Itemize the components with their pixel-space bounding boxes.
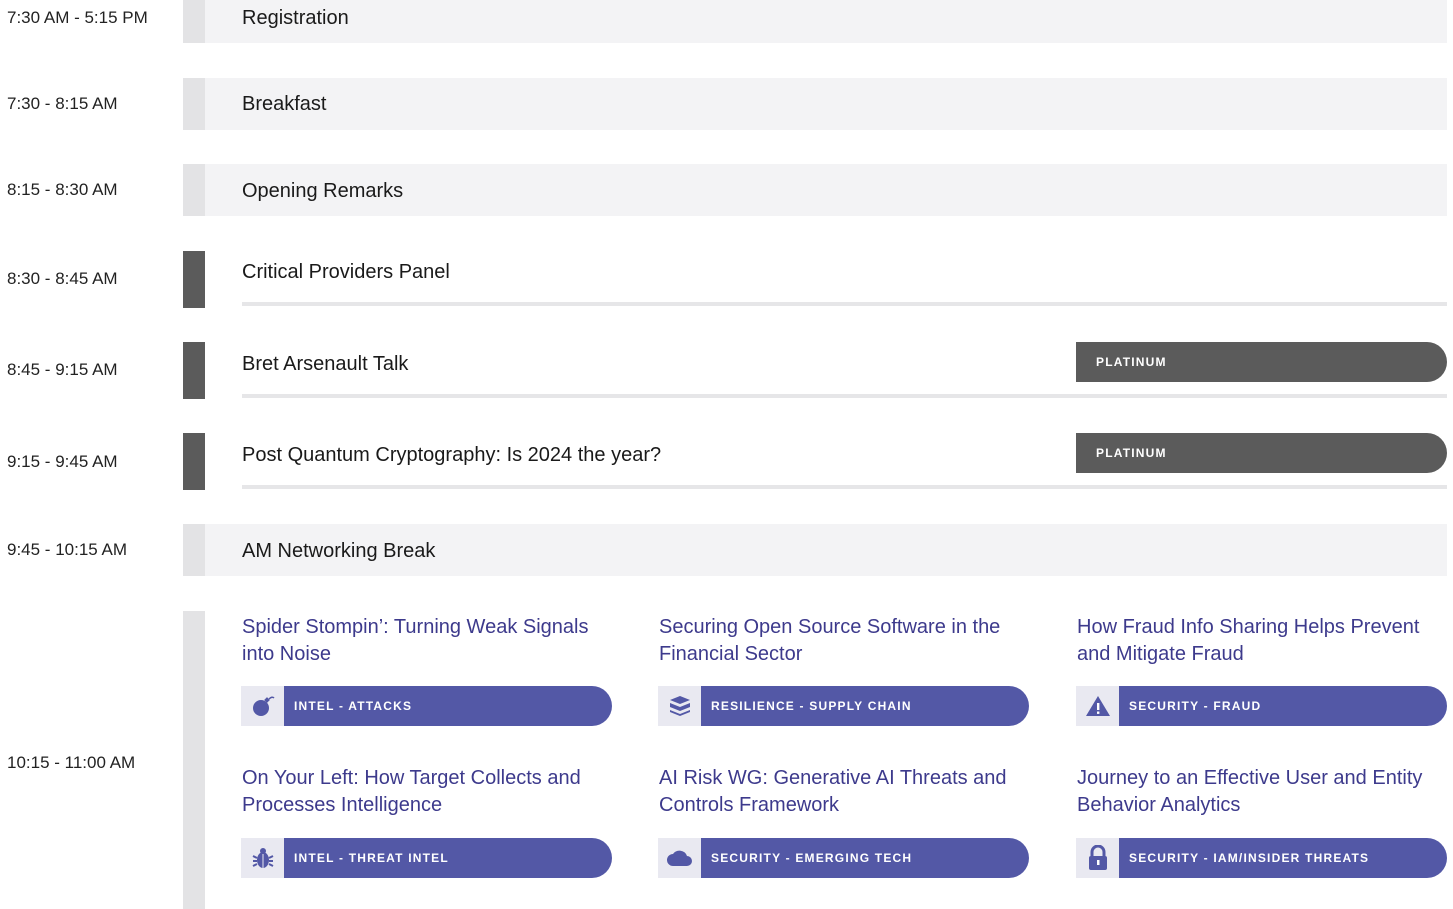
lock-icon <box>1076 838 1119 878</box>
time-slot: 8:15 - 8:30 AM <box>7 180 118 199</box>
time-slot: 9:45 - 10:15 AM <box>7 540 128 559</box>
track-tag-label: SECURITY - FRAUD <box>1129 699 1262 713</box>
timeline-marker <box>183 164 205 216</box>
divider <box>242 485 1447 489</box>
warning-icon <box>1076 686 1119 726</box>
bug-icon <box>241 838 284 878</box>
time-slot: 8:45 - 9:15 AM <box>7 360 118 379</box>
divider <box>242 394 1447 398</box>
session-title: Opening Remarks <box>242 180 404 202</box>
boxes-icon <box>658 686 701 726</box>
timeline-marker <box>183 524 205 576</box>
track-tag-label: RESILIENCE - SUPPLY CHAIN <box>711 699 912 713</box>
track-tag: RESILIENCE - SUPPLY CHAIN <box>658 686 1029 726</box>
session-title: Registration <box>242 7 349 29</box>
schedule-block <box>205 0 1447 43</box>
breakout-session-title[interactable]: Spider Stompin’: Turning Weak Signals in… <box>242 614 622 668</box>
schedule-block <box>205 78 1447 130</box>
divider <box>242 302 1447 306</box>
track-tag-label: INTEL - THREAT INTEL <box>294 851 449 865</box>
track-tag: SECURITY - IAM/INSIDER THREATS <box>1076 838 1447 878</box>
session-title[interactable]: Post Quantum Cryptography: Is 2024 the y… <box>242 444 661 467</box>
track-tag-label: SECURITY - EMERGING TECH <box>711 851 913 865</box>
timeline-marker <box>183 251 205 308</box>
time-slot: 9:15 - 9:45 AM <box>7 452 118 471</box>
session-title: AM Networking Break <box>242 540 436 562</box>
track-tag: INTEL - THREAT INTEL <box>241 838 612 878</box>
session-title[interactable]: Critical Providers Panel <box>242 261 450 284</box>
session-title: Breakfast <box>242 93 327 115</box>
breakout-session-title[interactable]: On Your Left: How Target Collects and Pr… <box>242 765 622 819</box>
bomb-icon <box>241 686 284 726</box>
timeline-marker <box>183 433 205 490</box>
track-tag: INTEL - ATTACKS <box>241 686 612 726</box>
platinum-badge: PLATINUM <box>1076 342 1447 382</box>
time-slot: 7:30 AM - 5:15 PM <box>7 8 148 27</box>
time-slot: 7:30 - 8:15 AM <box>7 94 118 113</box>
time-slot: 8:30 - 8:45 AM <box>7 269 118 288</box>
timeline-marker <box>183 611 205 909</box>
timeline-marker <box>183 342 205 399</box>
platinum-badge: PLATINUM <box>1076 433 1447 473</box>
timeline-marker <box>183 78 205 130</box>
timeline-marker <box>183 0 205 43</box>
breakout-session-title[interactable]: Securing Open Source Software in the Fin… <box>659 614 1039 668</box>
track-tag: SECURITY - EMERGING TECH <box>658 838 1029 878</box>
cloud-icon <box>658 838 701 878</box>
track-tag-label: SECURITY - IAM/INSIDER THREATS <box>1129 851 1370 865</box>
breakout-session-title[interactable]: How Fraud Info Sharing Helps Prevent and… <box>1077 614 1453 668</box>
session-title[interactable]: Bret Arsenault Talk <box>242 353 408 376</box>
breakout-session-title[interactable]: Journey to an Effective User and Entity … <box>1077 765 1453 819</box>
breakout-session-title[interactable]: AI Risk WG: Generative AI Threats and Co… <box>659 765 1039 819</box>
track-tag-label: INTEL - ATTACKS <box>294 699 413 713</box>
time-slot: 10:15 - 11:00 AM <box>7 753 136 772</box>
badge-label: PLATINUM <box>1096 355 1167 369</box>
badge-label: PLATINUM <box>1096 446 1167 460</box>
track-tag: SECURITY - FRAUD <box>1076 686 1447 726</box>
